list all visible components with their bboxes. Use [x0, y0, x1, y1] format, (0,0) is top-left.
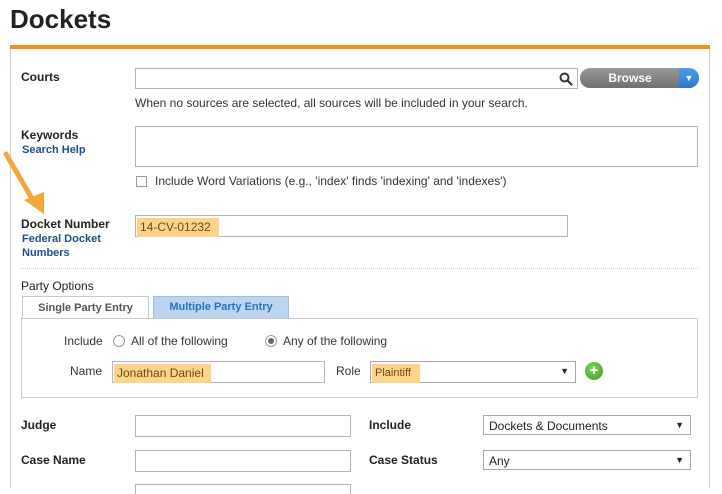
case-status-select[interactable]: Any ▼	[483, 450, 691, 470]
role-label: Role	[336, 364, 361, 378]
tab-single-party-entry[interactable]: Single Party Entry	[22, 296, 149, 319]
browse-button-label: Browse	[608, 71, 652, 85]
party-options-label: Party Options	[21, 279, 94, 293]
form-border-right	[709, 49, 710, 488]
radio-any-of-the-following[interactable]	[265, 335, 277, 347]
radio-all-of-the-following[interactable]	[113, 335, 125, 347]
plus-icon[interactable]: +	[585, 362, 603, 380]
party-options-panel	[21, 318, 698, 398]
word-variations-label: Include Word Variations (e.g., 'index' f…	[155, 174, 507, 188]
courts-label: Courts	[21, 70, 60, 84]
form-border-left	[10, 49, 11, 488]
keywords-label: Keywords	[21, 128, 79, 142]
arrow-icon	[3, 151, 44, 214]
section-divider	[21, 268, 698, 269]
include-select-label: Include	[369, 418, 412, 432]
header-rule	[10, 45, 710, 49]
case-name-input[interactable]	[135, 450, 351, 472]
chevron-down-icon: ▼	[675, 420, 684, 430]
case-name-label: Case Name	[21, 453, 86, 467]
judge-label: Judge	[21, 418, 57, 432]
include-select-value: Dockets & Documents	[489, 419, 608, 433]
party-role-select[interactable]: Plaintiff ▼	[370, 361, 576, 383]
case-status-label: Case Status	[369, 453, 438, 467]
next-row-input[interactable]	[135, 484, 351, 494]
include-label: Include	[64, 334, 103, 348]
name-label: Name	[70, 364, 103, 378]
judge-input[interactable]	[135, 415, 351, 437]
federal-docket-numbers-link[interactable]: Federal Docket Numbers	[22, 232, 101, 260]
chevron-down-icon[interactable]: ▼	[679, 68, 699, 88]
browse-button[interactable]: Browse ▼	[580, 68, 699, 88]
word-variations-checkbox[interactable]	[136, 176, 147, 187]
courts-input[interactable]	[135, 68, 578, 89]
courts-hint: When no sources are selected, all source…	[135, 96, 528, 110]
federal-docket-numbers-line2: Numbers	[22, 247, 70, 259]
docket-number-value: 14-CV-01232	[137, 218, 219, 237]
docket-number-label: Docket Number	[21, 217, 110, 231]
party-role-value: Plaintiff	[372, 364, 420, 383]
keywords-textarea[interactable]	[135, 126, 698, 167]
tab-multiple-party-entry[interactable]: Multiple Party Entry	[153, 296, 289, 318]
party-name-input[interactable]: Jonathan Daniel	[112, 361, 325, 383]
radio-any-label: Any of the following	[283, 334, 388, 348]
search-icon[interactable]	[559, 72, 573, 86]
include-select[interactable]: Dockets & Documents ▼	[483, 415, 691, 435]
chevron-down-icon: ▼	[560, 366, 569, 376]
chevron-down-icon: ▼	[675, 455, 684, 465]
party-name-value: Jonathan Daniel	[114, 364, 211, 383]
docket-number-input[interactable]: 14-CV-01232	[135, 215, 568, 237]
case-status-value: Any	[489, 454, 510, 468]
radio-all-label: All of the following	[131, 334, 228, 348]
page-title: Dockets	[10, 4, 112, 34]
federal-docket-numbers-line1: Federal Docket	[22, 233, 101, 245]
